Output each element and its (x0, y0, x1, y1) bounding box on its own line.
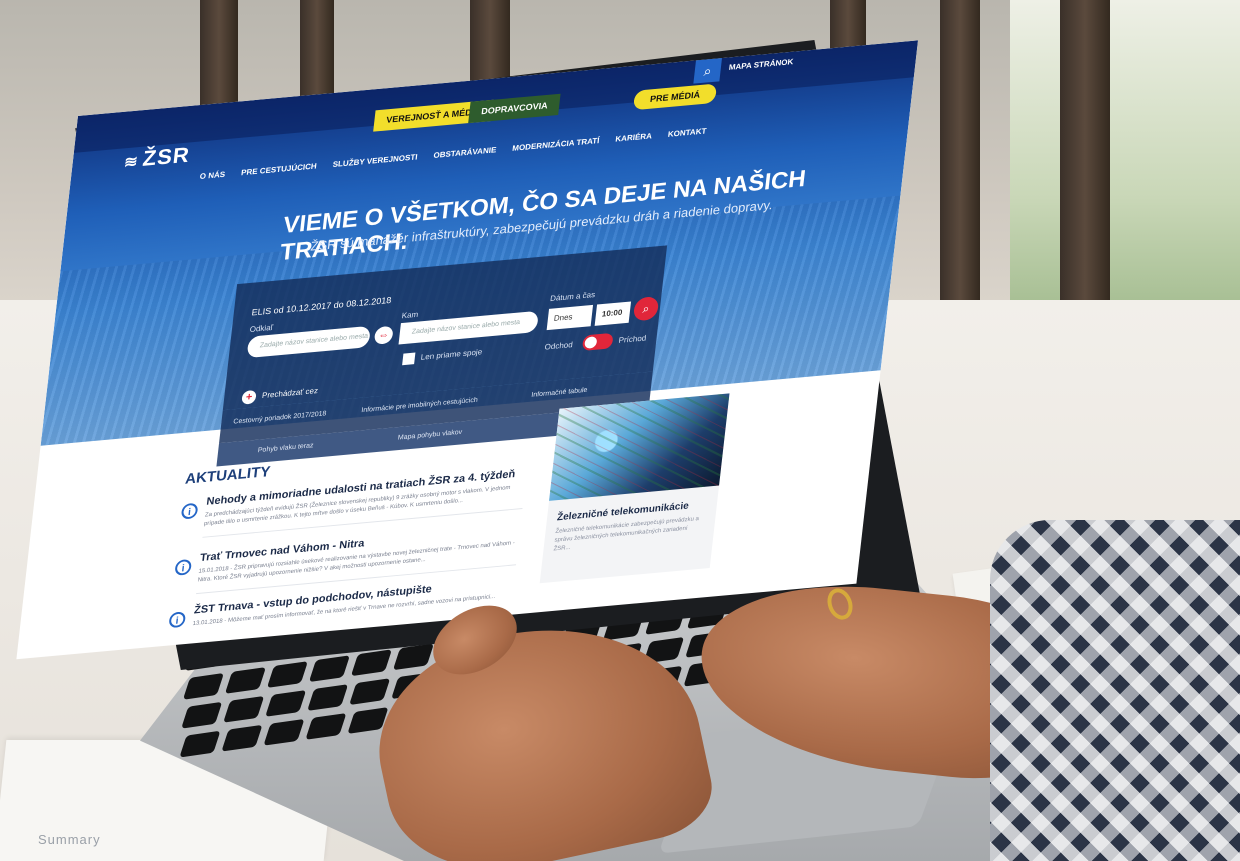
time-field[interactable]: 10:00 (594, 301, 632, 326)
keyboard-key (224, 667, 267, 694)
to-label: Kam (401, 309, 419, 321)
link-train-now[interactable]: Pohyb vlaku teraz (257, 442, 313, 454)
direct-only-label: Len priame spoje (420, 347, 483, 362)
to-input[interactable]: Zadajte názov stanice alebo mesta (398, 310, 539, 345)
date-field[interactable]: Dnes (546, 304, 594, 331)
swap-icon[interactable]: ⇔ (373, 325, 394, 345)
add-via-icon[interactable]: + (241, 389, 257, 405)
keyboard-key (182, 672, 225, 700)
paper-summary-text: Summary (38, 832, 101, 847)
from-label: Odkiaľ (249, 323, 274, 334)
window-slat (1060, 0, 1110, 330)
via-label[interactable]: Prechádzať cez (262, 386, 319, 400)
search-icon[interactable]: ⌕ (693, 58, 722, 84)
departure-arrival-toggle[interactable] (581, 332, 614, 351)
date-label: Dátum a čas (549, 290, 596, 304)
photo-scene: Summary ⌕ MAPA STRÁNOK VEREJNOSŤ A MÉDIÁ… (0, 0, 1240, 861)
cables-image (549, 393, 730, 501)
logo-mark-icon: ≋ (123, 153, 140, 172)
info-icon: i (180, 502, 199, 520)
telecom-card[interactable]: Železničné telekomunikácie Železničné te… (539, 393, 730, 584)
keyboard-key (181, 701, 223, 729)
news-heading: AKTUALITY (184, 463, 272, 488)
keyboard-key (265, 690, 307, 717)
keyboard-key (263, 718, 305, 746)
link-info-boards[interactable]: Informačné tabule (531, 387, 588, 399)
link-train-map[interactable]: Mapa pohybu vlakov (397, 429, 462, 442)
direct-only-checkbox[interactable] (402, 352, 416, 366)
keyboard-key (308, 655, 351, 683)
validity-text: ELIS od 10.12.2017 do 08.12.2018 (251, 295, 392, 318)
keyboard-key (349, 678, 391, 706)
arrival-label: Príchod (618, 333, 647, 345)
keyboard-key (305, 713, 347, 740)
link-immobile-info[interactable]: Informácie pre imobilných cestujúcich (361, 397, 478, 414)
link-timetable[interactable]: Cestovný poriadok 2017/2018 (233, 410, 327, 425)
keyboard-key (350, 649, 393, 677)
keyboard-key (221, 724, 263, 752)
plaid-shirt-sleeve (990, 520, 1240, 861)
departure-label: Odchod (544, 340, 574, 352)
info-icon: i (174, 558, 193, 576)
window-light (1010, 0, 1240, 330)
info-icon: i (168, 611, 187, 629)
keyboard-key (223, 695, 265, 723)
logo-text: ŽSR (141, 142, 192, 171)
search-submit-icon[interactable]: ⌕ (632, 296, 660, 322)
window-slat (940, 0, 980, 330)
laptop-screen: ⌕ MAPA STRÁNOK VEREJNOSŤ A MÉDIÁ DOPRAVC… (16, 40, 918, 660)
keyboard-key (266, 661, 309, 688)
keyboard-key (179, 730, 221, 758)
keyboard-key (307, 684, 349, 711)
